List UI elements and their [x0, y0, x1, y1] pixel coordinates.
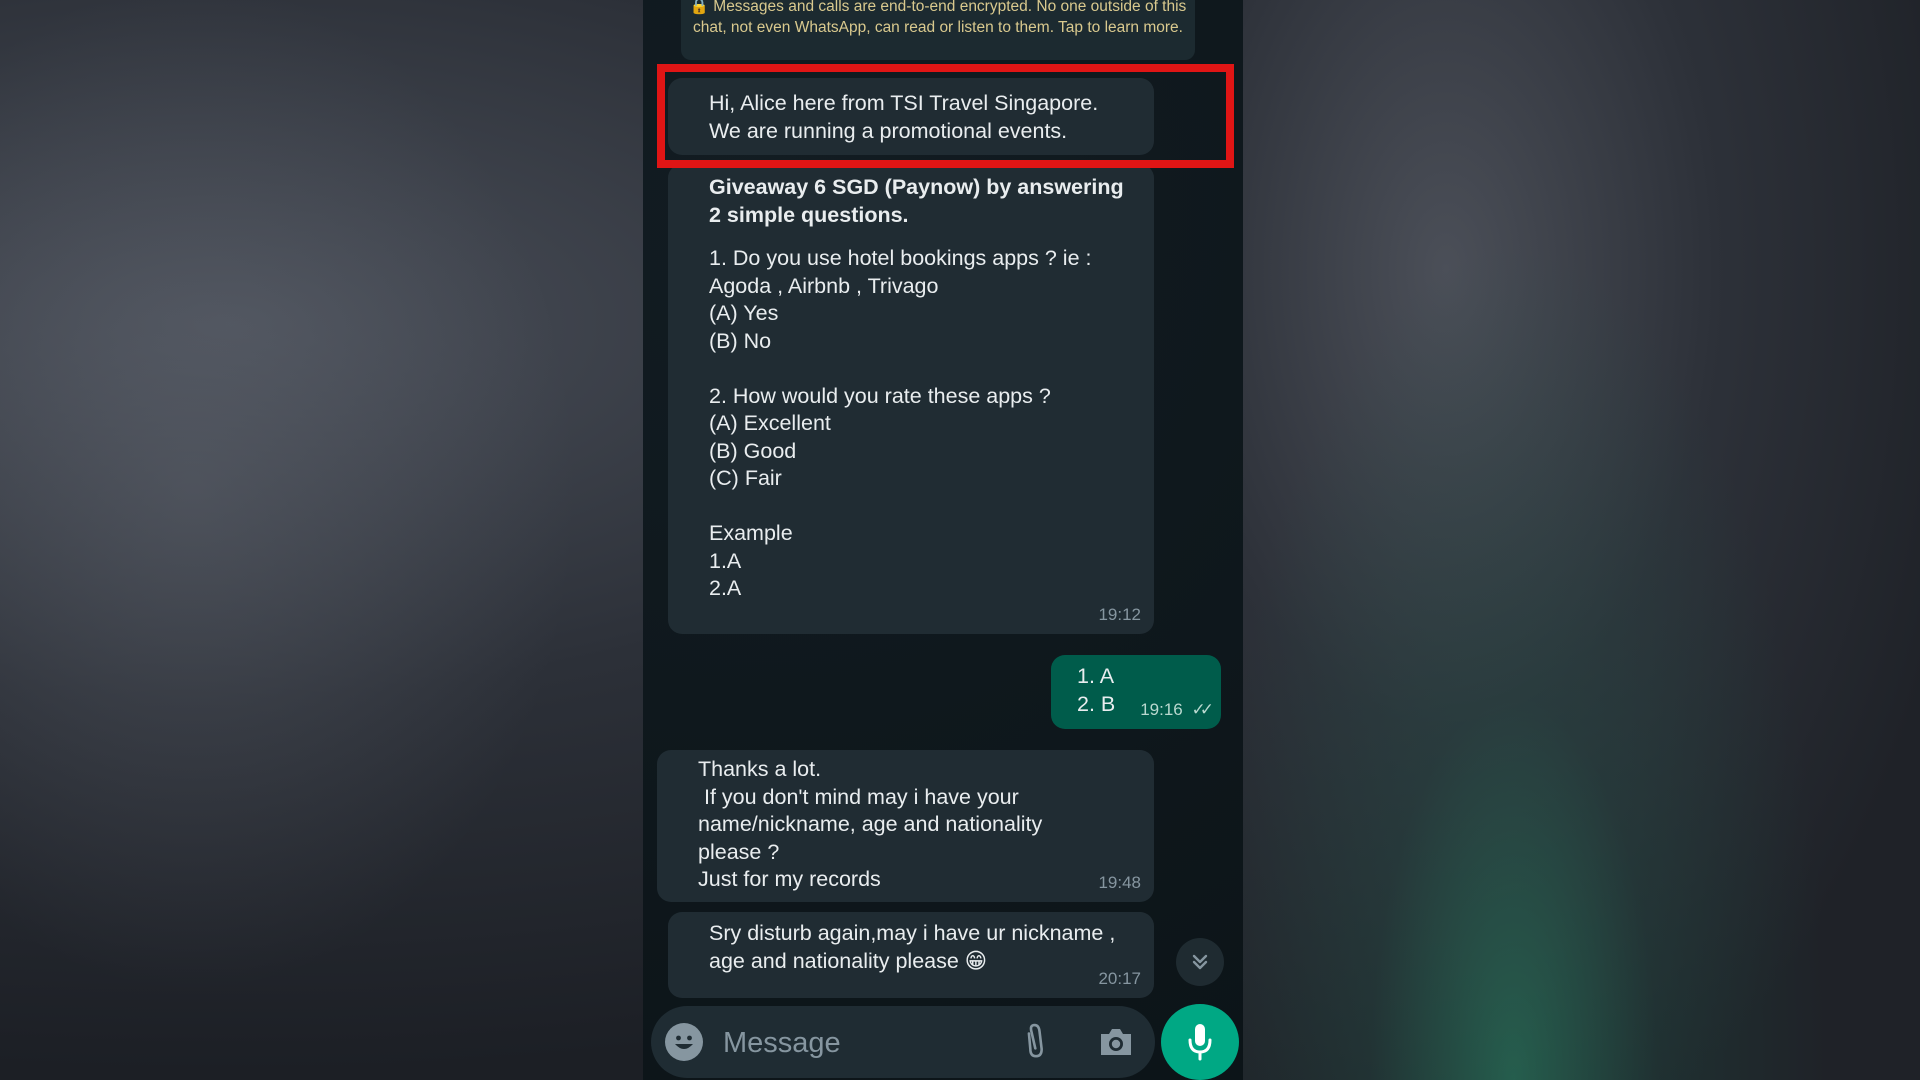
encryption-notice-text: 🔒 Messages and calls are end-to-end encr…	[689, 0, 1187, 36]
message-bubble-incoming[interactable]: Hi, Alice here from TSI Travel Singapore…	[668, 78, 1154, 155]
message-input[interactable]	[721, 1020, 995, 1066]
camera-icon[interactable]	[1097, 1024, 1135, 1060]
message-time: 19:48	[1098, 872, 1141, 892]
encryption-notice[interactable]: 🔒 Messages and calls are end-to-end encr…	[681, 0, 1195, 60]
chat-screen: 🔒 Messages and calls are end-to-end encr…	[643, 0, 1243, 1080]
background-left	[0, 0, 643, 1080]
message-bubble-outgoing[interactable]: 1. A 2. B 19:16 ✓✓	[1051, 655, 1221, 729]
message-time: 19:12	[1098, 604, 1141, 624]
message-time: 19:16	[1140, 699, 1183, 719]
double-check-icon: ✓✓	[1191, 699, 1214, 719]
double-chevron-down-icon[interactable]	[1176, 938, 1224, 986]
message-text: 1. Do you use hotel bookings apps ? ie :…	[709, 246, 1092, 600]
message-text: Hi, Alice here from TSI Travel Singapore…	[709, 91, 1099, 143]
message-bubble-incoming[interactable]: Thanks a lot. If you don't mind may i ha…	[657, 750, 1154, 902]
message-bubble-incoming[interactable]: Giveaway 6 SGD (Paynow) by answering 2 s…	[668, 164, 1154, 634]
emoji-icon[interactable]	[665, 1023, 703, 1061]
message-bold-text: Giveaway 6 SGD (Paynow) by answering 2 s…	[709, 175, 1124, 227]
message-time-wrap: 19:16 ✓✓	[1140, 696, 1214, 724]
background-right	[1243, 0, 1920, 1080]
paperclip-icon[interactable]	[1008, 1014, 1065, 1071]
message-text: Thanks a lot. If you don't mind may i ha…	[698, 757, 1043, 891]
message-text: Sry disturb again,may i have ur nickname…	[709, 921, 1116, 973]
message-composer	[651, 1006, 1155, 1078]
message-time: 20:17	[1098, 968, 1141, 988]
microphone-icon[interactable]	[1161, 1004, 1239, 1080]
message-bubble-incoming[interactable]: Sry disturb again,may i have ur nickname…	[668, 912, 1154, 998]
